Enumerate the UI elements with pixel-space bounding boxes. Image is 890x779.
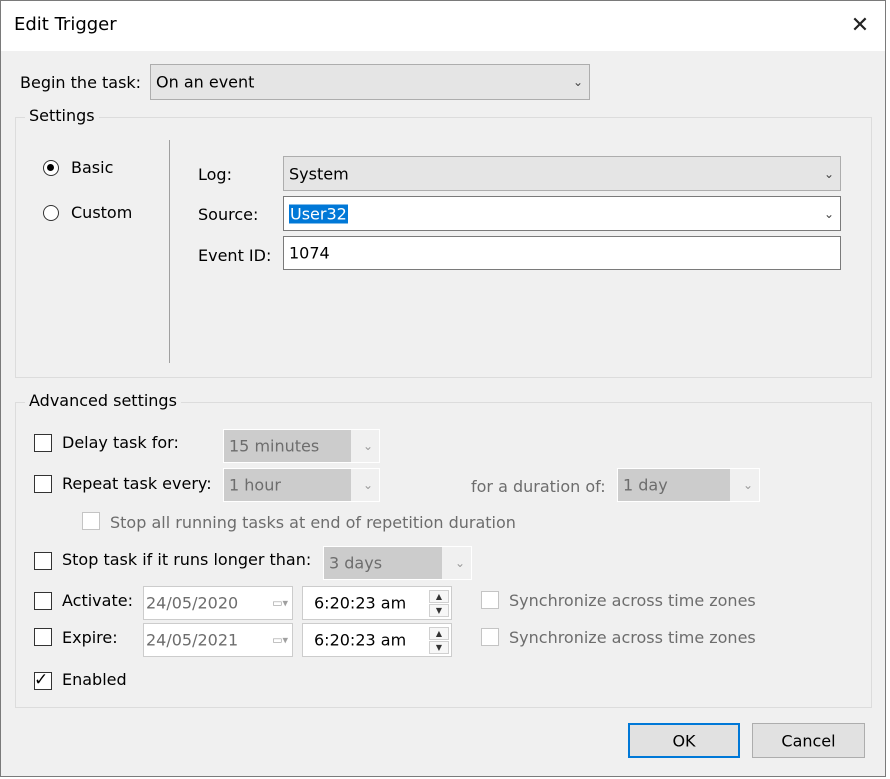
activate-time-input[interactable]: 6:20:23 am ▲ ▼	[302, 586, 452, 620]
expire-sync-checkbox[interactable]	[481, 628, 499, 646]
window-title: Edit Trigger	[14, 14, 117, 35]
custom-radio[interactable]	[43, 205, 59, 221]
source-combobox[interactable]: User32 ⌄	[283, 196, 841, 231]
delay-dropdown[interactable]: 15 minutes ⌄	[223, 429, 380, 463]
chevron-down-icon: ⌄	[362, 478, 373, 492]
repeat-dropdown[interactable]: 1 hour ⌄	[223, 468, 380, 502]
radio-selected-dot	[47, 164, 54, 171]
expire-label[interactable]: Expire:	[62, 628, 118, 647]
log-label: Log:	[198, 165, 232, 184]
source-value[interactable]: User32	[289, 204, 348, 223]
stop-longer-checkbox[interactable]	[34, 552, 52, 570]
close-icon[interactable]: ✕	[836, 2, 884, 50]
basic-radio[interactable]	[43, 160, 59, 176]
enabled-checkbox[interactable]: ✓	[34, 670, 52, 690]
expire-date-picker[interactable]: 24/05/2021 ▭▾	[143, 623, 293, 657]
duration-label: for a duration of:	[471, 477, 606, 496]
chevron-down-icon: ⌄	[823, 166, 834, 181]
begin-task-dropdown[interactable]: On an event ⌄	[150, 64, 590, 100]
repeat-checkbox[interactable]	[34, 475, 52, 493]
stop-longer-value: 3 days	[329, 553, 383, 573]
event-id-value: 1074	[289, 243, 330, 263]
repeat-value: 1 hour	[229, 475, 281, 495]
calendar-icon[interactable]: ▭▾	[272, 597, 288, 610]
settings-divider	[169, 140, 170, 363]
stop-longer-dropdown[interactable]: 3 days ⌄	[323, 546, 472, 580]
activate-sync-checkbox[interactable]	[481, 591, 499, 609]
stop-running-checkbox[interactable]	[82, 512, 100, 530]
expire-sync-label: Synchronize across time zones	[509, 628, 756, 647]
ok-button[interactable]: OK	[628, 723, 740, 758]
log-value: System	[289, 164, 349, 183]
custom-radio-label[interactable]: Custom	[71, 203, 132, 222]
log-dropdown[interactable]: System ⌄	[283, 156, 841, 191]
activate-date-picker[interactable]: 24/05/2020 ▭▾	[143, 586, 293, 620]
spin-up-icon[interactable]: ▲	[429, 627, 449, 640]
expire-time-input[interactable]: 6:20:23 am ▲ ▼	[302, 623, 452, 657]
expire-checkbox[interactable]	[34, 628, 52, 646]
title-bar	[1, 1, 885, 51]
check-icon: ✓	[34, 670, 49, 690]
begin-task-value: On an event	[156, 72, 255, 92]
spin-down-icon[interactable]: ▼	[429, 641, 449, 654]
advanced-settings-title: Advanced settings	[25, 391, 181, 410]
spin-up-icon[interactable]: ▲	[429, 590, 449, 603]
spin-down-icon[interactable]: ▼	[429, 604, 449, 617]
chevron-down-icon: ⌄	[742, 478, 753, 492]
chevron-down-icon: ⌄	[823, 206, 834, 221]
stop-longer-label[interactable]: Stop task if it runs longer than:	[62, 550, 311, 569]
chevron-down-icon: ⌄	[362, 439, 373, 453]
activate-sync-label: Synchronize across time zones	[509, 591, 756, 610]
duration-value: 1 day	[623, 475, 668, 495]
activate-checkbox[interactable]	[34, 592, 52, 610]
activate-label[interactable]: Activate:	[62, 591, 133, 610]
delay-label[interactable]: Delay task for:	[62, 433, 179, 452]
begin-task-label: Begin the task:	[20, 73, 142, 92]
event-id-label: Event ID:	[198, 246, 272, 265]
calendar-icon[interactable]: ▭▾	[272, 634, 288, 647]
enabled-label[interactable]: Enabled	[62, 670, 127, 689]
settings-group-title: Settings	[25, 106, 99, 125]
delay-value: 15 minutes	[229, 436, 320, 456]
chevron-down-icon: ⌄	[572, 75, 583, 89]
activate-date-value: 24/05/2020	[146, 593, 239, 613]
ok-button-label: OK	[672, 731, 696, 750]
activate-time-value: 6:20:23 am	[314, 593, 407, 613]
event-id-input[interactable]: 1074	[283, 236, 841, 270]
delay-checkbox[interactable]	[34, 434, 52, 452]
source-label: Source:	[198, 205, 259, 224]
basic-radio-label[interactable]: Basic	[71, 158, 113, 177]
expire-date-value: 24/05/2021	[146, 630, 239, 650]
cancel-button[interactable]: Cancel	[752, 723, 865, 758]
stop-running-label: Stop all running tasks at end of repetit…	[110, 513, 516, 532]
expire-time-value: 6:20:23 am	[314, 630, 407, 650]
chevron-down-icon: ⌄	[454, 556, 465, 570]
duration-dropdown[interactable]: 1 day ⌄	[617, 468, 760, 502]
cancel-button-label: Cancel	[781, 731, 836, 750]
repeat-label[interactable]: Repeat task every:	[62, 474, 212, 493]
